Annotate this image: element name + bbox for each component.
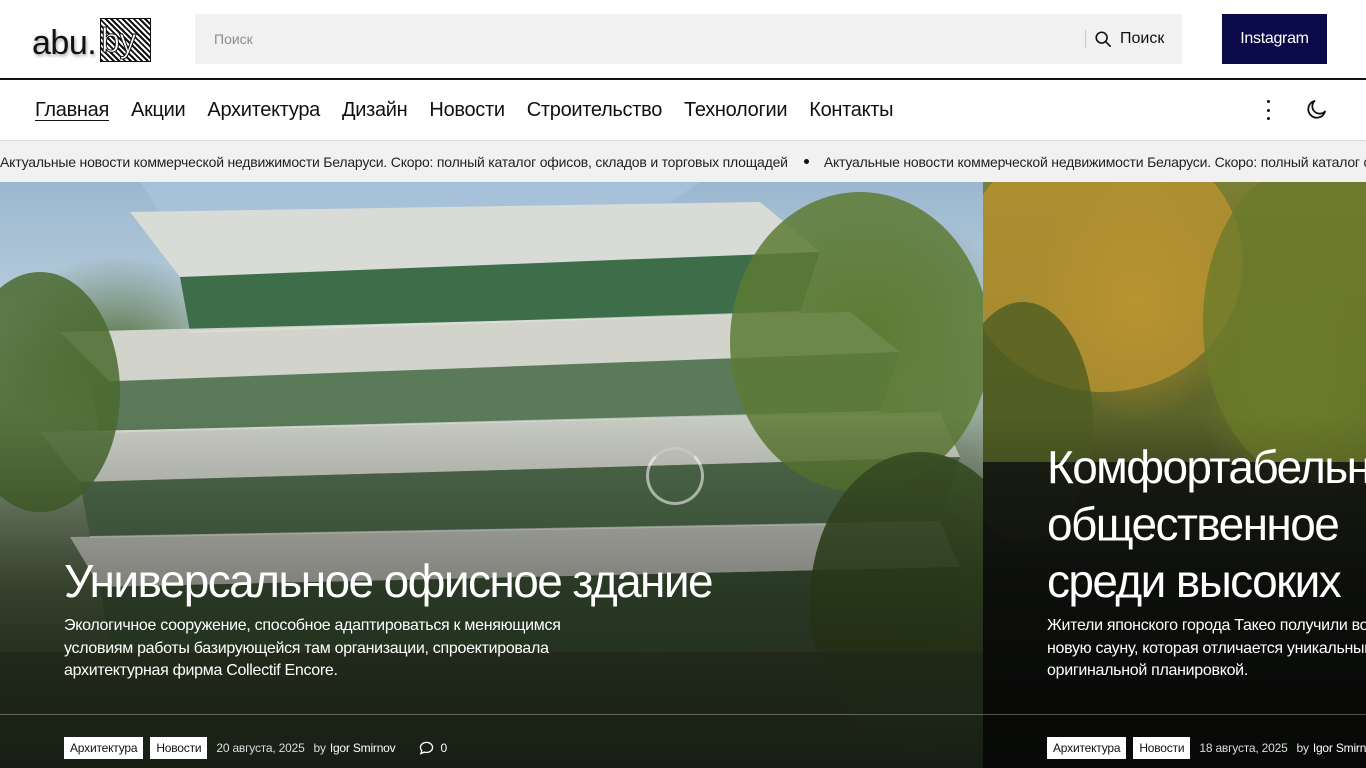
site-header: abu. by Поиск Instagram <box>0 0 1366 80</box>
nav-item-home[interactable]: Главная <box>35 99 109 122</box>
search-bar: Поиск <box>195 14 1182 64</box>
slide-office-building[interactable]: Универсальное офисное здание Экологичное… <box>0 182 983 768</box>
by-label: by <box>1296 741 1309 755</box>
by-label: by <box>313 741 326 755</box>
nav-item-contacts[interactable]: Контакты <box>809 99 893 122</box>
post-date: 20 августа, 2025 <box>216 741 305 755</box>
tag-architecture[interactable]: Архитектура <box>64 737 144 759</box>
slide-title-line[interactable]: среди высоких <box>1047 553 1342 610</box>
slide-divider <box>983 714 1366 715</box>
logo-text: abu. <box>32 24 97 62</box>
slide-description: Экологичное сооружение, способное адапти… <box>64 617 561 679</box>
nav-item-construction[interactable]: Строительство <box>527 99 663 122</box>
slide-title-line[interactable]: Комфортабельное <box>1047 439 1366 496</box>
nav-items: Главная Акции Архитектура Дизайн Новости… <box>35 80 915 140</box>
tag-architecture[interactable]: Архитектура <box>1047 737 1127 759</box>
slide-divider <box>0 714 983 715</box>
slide-public-sauna[interactable]: Комфортабельное общественное среди высок… <box>983 182 1366 768</box>
instagram-button[interactable]: Instagram <box>1222 14 1327 64</box>
search-divider <box>1085 30 1086 48</box>
slide-description: Жители японского города Такео получили в… <box>1047 617 1366 679</box>
ticker-item[interactable]: Актуальные новости коммерческой недвижим… <box>0 154 788 170</box>
nav-item-technology[interactable]: Технологии <box>684 99 787 122</box>
slide-meta: Архитектура Новости 18 августа, 2025 by … <box>1047 737 1366 759</box>
nav-item-promotions[interactable]: Акции <box>131 99 186 122</box>
post-date: 18 августа, 2025 <box>1199 741 1288 755</box>
nav-item-design[interactable]: Дизайн <box>342 99 408 122</box>
logo-box: by <box>100 18 151 62</box>
nav-item-architecture[interactable]: Архитектура <box>207 99 320 122</box>
ticker-item[interactable]: Актуальные новости коммерческой недвижим… <box>824 154 1366 170</box>
slide-title-line[interactable]: общественное <box>1047 496 1340 553</box>
comments-count: 0 <box>440 741 447 755</box>
dark-mode-moon-icon[interactable] <box>1305 97 1329 121</box>
nav-item-news[interactable]: Новости <box>429 99 505 122</box>
more-menu-icon[interactable] <box>1258 98 1278 122</box>
tag-news[interactable]: Новости <box>150 737 208 759</box>
search-button[interactable]: Поиск <box>1094 14 1164 64</box>
tag-news[interactable]: Новости <box>1133 737 1191 759</box>
slide-title[interactable]: Универсальное офисное здание <box>64 553 714 610</box>
slide-meta: Архитектура Новости 20 августа, 2025 by … <box>64 737 447 759</box>
ticker-track: Актуальные новости коммерческой недвижим… <box>0 141 1366 182</box>
logo-box-text: by <box>101 22 137 60</box>
search-button-label: Поиск <box>1120 30 1165 47</box>
featured-slider: Универсальное офисное здание Экологичное… <box>0 182 1366 768</box>
ticker-separator-dot <box>803 159 809 164</box>
search-input[interactable] <box>195 14 1065 64</box>
site-logo[interactable]: abu. by <box>32 18 151 62</box>
main-nav: Главная Акции Архитектура Дизайн Новости… <box>0 80 1366 141</box>
loading-spinner-icon <box>646 447 704 505</box>
author-link[interactable]: Igor Smirnov <box>330 741 396 755</box>
author-link[interactable]: Igor Smirnov <box>1313 741 1366 755</box>
comment-icon <box>420 741 434 755</box>
comments-link[interactable]: 0 <box>419 741 447 755</box>
search-icon <box>1095 31 1112 48</box>
news-ticker: Актуальные новости коммерческой недвижим… <box>0 141 1366 182</box>
